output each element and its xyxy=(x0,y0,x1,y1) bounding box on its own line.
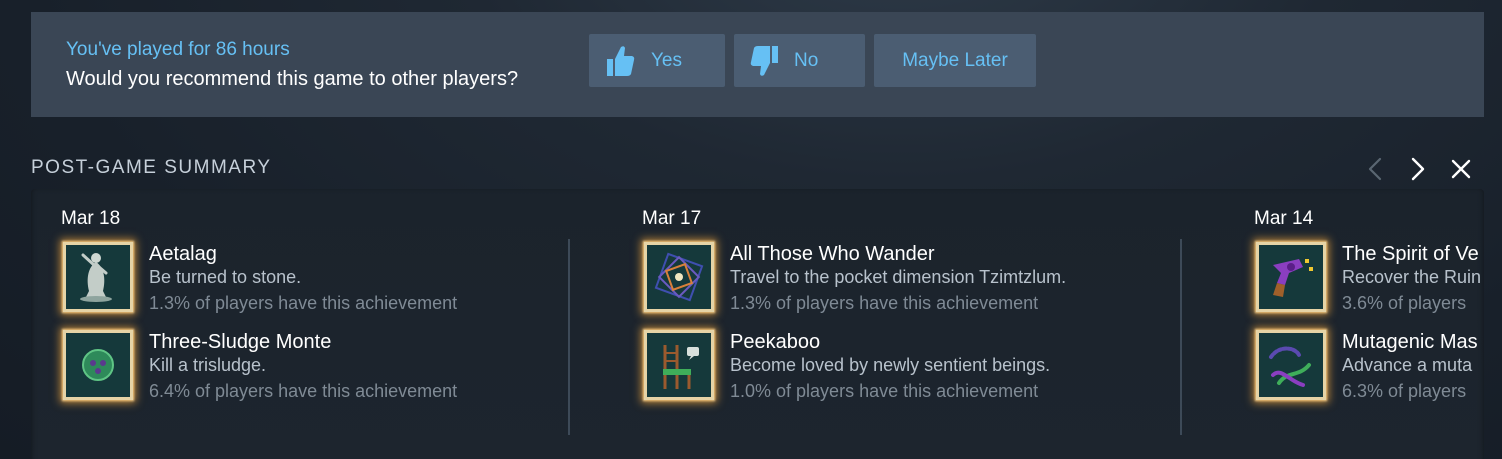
achievement-name: The Spirit of Ve xyxy=(1342,243,1479,265)
yes-label: Yes xyxy=(651,49,682,71)
achievement-percent: 6.4% of players have this achievement xyxy=(149,381,458,401)
achievement-item[interactable]: Aetalag Be turned to stone. 1.3% of play… xyxy=(63,242,623,322)
trisludge-icon xyxy=(63,330,133,400)
achievement-description: Become loved by newly sentient beings. xyxy=(730,355,1051,375)
day-date: Mar 18 xyxy=(61,208,121,229)
achievement-percent: 3.6% of players xyxy=(1342,293,1467,313)
achievement-percent: 6.3% of players xyxy=(1342,381,1467,401)
achievement-item[interactable]: Mutagenic Mas Advance a muta 6.3% of pla… xyxy=(1256,330,1484,410)
mutation-tentacles-icon xyxy=(1256,330,1326,400)
recommend-yes-button[interactable]: Yes xyxy=(589,34,725,87)
achievement-percent: 1.0% of players have this achievement xyxy=(730,381,1039,401)
achievement-item[interactable]: Three-Sludge Monte Kill a trisludge. 6.4… xyxy=(63,330,623,410)
revolver-icon xyxy=(1256,242,1326,312)
pocket-dimension-icon xyxy=(644,242,714,312)
post-game-summary-panel: Mar 18 Aetalag Be turned to stone. 1.3% … xyxy=(31,189,1484,459)
achievement-description: Be turned to stone. xyxy=(149,267,302,287)
achievement-description: Kill a trisludge. xyxy=(149,355,267,375)
achievement-description: Travel to the pocket dimension Tzimtzlum… xyxy=(730,267,1067,287)
day-date: Mar 17 xyxy=(642,208,702,229)
achievement-percent: 1.3% of players have this achievement xyxy=(730,293,1039,313)
sentient-chair-icon xyxy=(644,330,714,400)
chevron-left-icon[interactable] xyxy=(1362,155,1390,183)
achievement-description: Advance a muta xyxy=(1342,355,1473,375)
close-icon[interactable] xyxy=(1447,155,1475,183)
achievement-percent: 1.3% of players have this achievement xyxy=(149,293,458,313)
column-divider xyxy=(1180,239,1182,435)
achievement-description: Recover the Ruin xyxy=(1342,267,1482,287)
achievement-item[interactable]: All Those Who Wander Travel to the pocke… xyxy=(644,242,1204,322)
recommend-later-button[interactable]: Maybe Later xyxy=(874,34,1036,87)
column-divider xyxy=(568,239,570,435)
recommend-question: Would you recommend this game to other p… xyxy=(66,68,519,90)
thumbs-up-icon xyxy=(607,45,635,76)
achievement-name: Peekaboo xyxy=(730,331,821,353)
thumbs-down-icon xyxy=(750,45,778,76)
recommendation-bar: You've played for 86 hours Would you rec… xyxy=(31,12,1484,117)
stone-statue-icon xyxy=(63,242,133,312)
achievement-item[interactable]: The Spirit of Ve Recover the Ruin 3.6% o… xyxy=(1256,242,1484,322)
chevron-right-icon[interactable] xyxy=(1403,155,1431,183)
achievement-name: All Those Who Wander xyxy=(730,243,935,265)
played-hours-text: You've played for 86 hours xyxy=(66,39,290,60)
post-game-summary-title: POST-GAME SUMMARY xyxy=(31,157,272,178)
achievement-name: Mutagenic Mas xyxy=(1342,331,1478,353)
later-label: Maybe Later xyxy=(902,49,1008,71)
achievement-name: Aetalag xyxy=(149,243,217,265)
no-label: No xyxy=(794,49,819,71)
day-date: Mar 14 xyxy=(1254,208,1314,229)
achievement-item[interactable]: Peekaboo Become loved by newly sentient … xyxy=(644,330,1204,410)
recommend-no-button[interactable]: No xyxy=(734,34,865,87)
achievement-name: Three-Sludge Monte xyxy=(149,331,332,353)
